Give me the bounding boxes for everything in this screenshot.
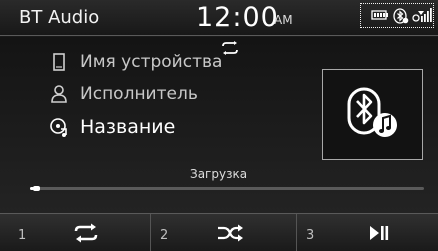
phone-icon bbox=[53, 53, 65, 71]
clock-ampm: AM bbox=[274, 13, 293, 27]
track-title: Название bbox=[80, 116, 176, 138]
device-name: Имя устройства bbox=[80, 52, 223, 72]
clock-time: 12:00 bbox=[196, 2, 279, 33]
progress-bar[interactable] bbox=[30, 186, 424, 191]
repeat-icon bbox=[74, 223, 98, 243]
status-area[interactable] bbox=[360, 3, 434, 28]
bluetooth-icon bbox=[393, 8, 409, 24]
preset-number: 1 bbox=[18, 228, 27, 243]
source-title: BT Audio bbox=[19, 7, 100, 28]
repeat-button[interactable]: 1 bbox=[9, 214, 149, 251]
artist-name: Исполнитель bbox=[80, 84, 198, 104]
person-icon bbox=[51, 85, 67, 103]
music-disc-icon bbox=[50, 118, 67, 137]
artist-row: Исполнитель bbox=[48, 83, 198, 105]
bluetooth-music-icon bbox=[347, 87, 397, 137]
now-playing-panel: Имя устройства Исполнитель Название Загр… bbox=[0, 37, 438, 213]
preset-number: 2 bbox=[160, 228, 169, 243]
control-bar: 1 2 3 bbox=[0, 213, 438, 251]
play-pause-button[interactable]: 3 bbox=[296, 214, 436, 251]
battery-icon bbox=[371, 10, 388, 20]
progress-knob[interactable] bbox=[33, 186, 40, 191]
signal-icon bbox=[412, 8, 432, 22]
title-row: Название bbox=[48, 116, 175, 138]
header-bar: BT Audio 12:00 AM bbox=[0, 0, 438, 36]
play-pause-icon bbox=[370, 226, 389, 240]
device-name-row: Имя устройства bbox=[48, 51, 222, 73]
album-art bbox=[322, 69, 423, 160]
shuffle-button[interactable]: 2 bbox=[150, 214, 290, 251]
shuffle-icon bbox=[218, 224, 243, 242]
preset-number: 3 bbox=[306, 228, 315, 243]
loading-status: Загрузка bbox=[190, 167, 248, 181]
